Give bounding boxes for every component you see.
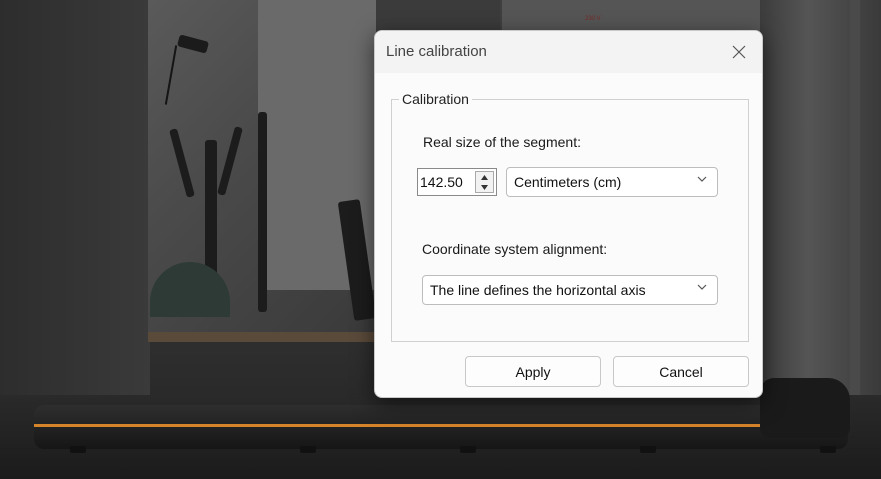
treadmill-stripe <box>34 424 842 427</box>
unit-dropdown-value: Centimeters (cm) <box>514 174 622 190</box>
arrow-up-icon <box>481 174 488 180</box>
treadmill-console <box>760 378 850 438</box>
chevron-down-icon <box>696 173 708 188</box>
treadmill-foot <box>300 446 316 453</box>
alignment-dropdown-value: The line defines the horizontal axis <box>430 282 646 298</box>
chevron-down-icon <box>696 281 708 296</box>
arrow-down-icon <box>481 184 488 190</box>
segment-size-stepper[interactable] <box>417 168 497 196</box>
segment-size-input[interactable] <box>420 172 474 192</box>
right-wall <box>760 0 881 400</box>
cancel-button[interactable]: Cancel <box>613 356 749 387</box>
close-icon <box>732 45 746 59</box>
close-button[interactable] <box>720 37 758 67</box>
calibration-group-title: Calibration <box>399 91 472 107</box>
trainer-bar <box>258 112 267 312</box>
treadmill-foot <box>460 446 476 453</box>
poster-label: 230 V <box>585 16 601 22</box>
alignment-label: Coordinate system alignment: <box>422 241 608 257</box>
stepper-down-button[interactable] <box>476 182 493 192</box>
treadmill-foot <box>640 446 656 453</box>
stepper-up-button[interactable] <box>476 172 493 182</box>
dialog-titlebar[interactable]: Line calibration <box>375 31 762 73</box>
segment-size-label: Real size of the segment: <box>423 134 581 150</box>
stepper-buttons <box>475 171 494 193</box>
unit-dropdown[interactable]: Centimeters (cm) <box>506 167 718 197</box>
line-calibration-dialog: Line calibration Calibration Real size o… <box>374 30 763 398</box>
dialog-title: Line calibration <box>386 43 487 60</box>
apply-button[interactable]: Apply <box>465 356 601 387</box>
treadmill-body <box>34 405 848 449</box>
left-wall <box>0 0 150 400</box>
treadmill-foot <box>820 446 836 453</box>
alignment-dropdown[interactable]: The line defines the horizontal axis <box>422 275 718 305</box>
treadmill-foot <box>70 446 86 453</box>
door-frame <box>850 0 860 400</box>
